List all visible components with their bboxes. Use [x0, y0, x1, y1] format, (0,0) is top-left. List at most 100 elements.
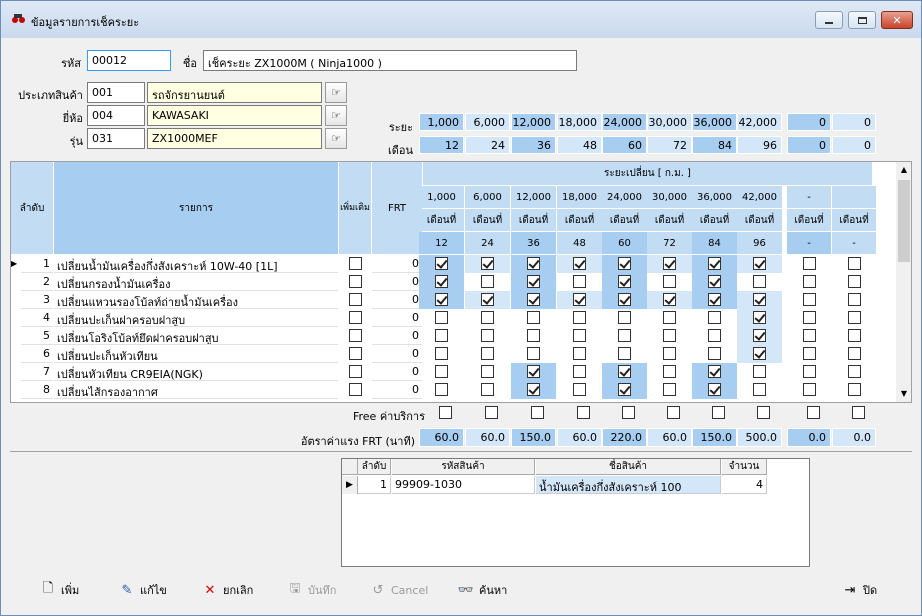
interval-checkbox[interactable]: [481, 329, 494, 342]
interval-checkbox[interactable]: [618, 365, 631, 378]
close-window-button[interactable]: ✕: [881, 11, 913, 29]
interval-checkbox[interactable]: [708, 383, 721, 396]
free-service-checkbox[interactable]: [485, 406, 498, 419]
interval-checkbox[interactable]: [618, 275, 631, 288]
col-header-no[interactable]: ลำดับ: [11, 162, 53, 254]
interval-checkbox[interactable]: [435, 257, 448, 270]
interval-checkbox[interactable]: [663, 293, 676, 306]
interval-checkbox[interactable]: [481, 293, 494, 306]
interval-checkbox[interactable]: [708, 275, 721, 288]
month-value[interactable]: 36: [511, 136, 556, 154]
distance-value[interactable]: 18,000: [557, 113, 602, 131]
interval-checkbox[interactable]: [663, 311, 676, 324]
parts-col-code[interactable]: รหัสสินค้า: [392, 459, 535, 475]
labor-rate-value[interactable]: 0.0: [832, 428, 876, 447]
interval-checkbox[interactable]: [848, 275, 861, 288]
interval-checkbox[interactable]: [753, 383, 766, 396]
table-row[interactable]: 4 เปลี่ยนปะเก็นฝาครอบฝาสูบ 0: [11, 309, 897, 327]
interval-checkbox[interactable]: [573, 311, 586, 324]
free-service-checkbox[interactable]: [531, 406, 544, 419]
interval-checkbox[interactable]: [435, 293, 448, 306]
maintenance-grid[interactable]: ลำดับ รายการ เพิ่มเติม FRT ระยะเปลี่ยน […: [10, 161, 912, 403]
month-value[interactable]: 0: [787, 136, 831, 154]
add-button[interactable]: 🗋 เพิ่ม: [39, 579, 80, 601]
interval-checkbox[interactable]: [663, 275, 676, 288]
interval-checkbox[interactable]: [481, 275, 494, 288]
maximize-button[interactable]: [848, 11, 876, 29]
scroll-down-arrow[interactable]: ▼: [896, 386, 911, 402]
vertical-scrollbar[interactable]: ▲ ▼: [896, 162, 911, 402]
table-row[interactable]: 7 เปลี่ยนหัวเทียน CR9EIA(NGK) 0: [11, 363, 897, 381]
interval-checkbox[interactable]: [848, 257, 861, 270]
model-code-field[interactable]: 031: [87, 128, 145, 149]
col-header-item[interactable]: รายการ: [54, 162, 338, 254]
interval-checkbox[interactable]: [481, 311, 494, 324]
interval-checkbox[interactable]: [663, 365, 676, 378]
interval-checkbox[interactable]: [708, 293, 721, 306]
interval-checkbox[interactable]: [663, 329, 676, 342]
interval-checkbox[interactable]: [618, 293, 631, 306]
distance-value[interactable]: 42,000: [737, 113, 782, 131]
labor-rate-value[interactable]: 150.0: [692, 428, 737, 447]
interval-checkbox[interactable]: [618, 347, 631, 360]
interval-checkbox[interactable]: [803, 383, 816, 396]
interval-checkbox[interactable]: [573, 347, 586, 360]
interval-checkbox[interactable]: [708, 329, 721, 342]
delete-button[interactable]: ✕ ยกเลิก: [201, 579, 254, 601]
edit-button[interactable]: ✎ แก้ไข: [118, 579, 167, 601]
code-field[interactable]: 00012: [87, 50, 171, 71]
search-button[interactable]: 👓 ค้นหา: [457, 579, 507, 601]
free-service-checkbox[interactable]: [439, 406, 452, 419]
interval-checkbox[interactable]: [663, 257, 676, 270]
extra-checkbox[interactable]: [349, 257, 362, 270]
month-value[interactable]: 72: [647, 136, 692, 154]
table-row[interactable]: 6 เปลี่ยนปะเก็นหัวเทียน 0: [11, 345, 897, 363]
interval-checkbox[interactable]: [803, 329, 816, 342]
interval-checkbox[interactable]: [573, 257, 586, 270]
labor-rate-value[interactable]: 500.0: [737, 428, 782, 447]
extra-checkbox[interactable]: [349, 311, 362, 324]
interval-checkbox[interactable]: [435, 347, 448, 360]
interval-checkbox[interactable]: [435, 365, 448, 378]
interval-checkbox[interactable]: [753, 347, 766, 360]
interval-checkbox[interactable]: [618, 329, 631, 342]
distance-value[interactable]: 30,000: [647, 113, 692, 131]
model-picker-button[interactable]: ☞: [325, 128, 347, 149]
extra-checkbox[interactable]: [349, 293, 362, 306]
interval-checkbox[interactable]: [618, 383, 631, 396]
interval-checkbox[interactable]: [481, 257, 494, 270]
interval-checkbox[interactable]: [481, 365, 494, 378]
name-field[interactable]: เช็คระยะ ZX1000M ( Ninja1000 ): [203, 50, 577, 71]
interval-checkbox[interactable]: [573, 329, 586, 342]
interval-checkbox[interactable]: [708, 311, 721, 324]
distance-value[interactable]: 0: [832, 113, 876, 131]
interval-checkbox[interactable]: [435, 275, 448, 288]
interval-checkbox[interactable]: [481, 383, 494, 396]
month-value[interactable]: 0: [832, 136, 876, 154]
interval-checkbox[interactable]: [527, 293, 540, 306]
brand-code-field[interactable]: 004: [87, 105, 145, 126]
extra-checkbox[interactable]: [349, 365, 362, 378]
free-service-checkbox[interactable]: [712, 406, 725, 419]
product-type-picker-button[interactable]: ☞: [325, 82, 347, 103]
interval-checkbox[interactable]: [435, 329, 448, 342]
interval-checkbox[interactable]: [618, 257, 631, 270]
month-value[interactable]: 60: [602, 136, 647, 154]
brand-picker-button[interactable]: ☞: [325, 105, 347, 126]
product-type-code-field[interactable]: 001: [87, 82, 145, 103]
distance-value[interactable]: 1,000: [419, 113, 464, 131]
labor-rate-value[interactable]: 220.0: [602, 428, 647, 447]
interval-checkbox[interactable]: [435, 383, 448, 396]
interval-checkbox[interactable]: [708, 347, 721, 360]
parts-grid[interactable]: ลำดับ รหัสสินค้า ชื่อสินค้า จำนวน ▶ 1 99…: [341, 458, 810, 567]
interval-checkbox[interactable]: [753, 311, 766, 324]
month-value[interactable]: 12: [419, 136, 464, 154]
interval-checkbox[interactable]: [803, 347, 816, 360]
interval-checkbox[interactable]: [848, 293, 861, 306]
free-service-checkbox[interactable]: [577, 406, 590, 419]
extra-checkbox[interactable]: [349, 383, 362, 396]
interval-checkbox[interactable]: [803, 311, 816, 324]
interval-checkbox[interactable]: [527, 275, 540, 288]
interval-checkbox[interactable]: [573, 365, 586, 378]
labor-rate-value[interactable]: 150.0: [511, 428, 556, 447]
